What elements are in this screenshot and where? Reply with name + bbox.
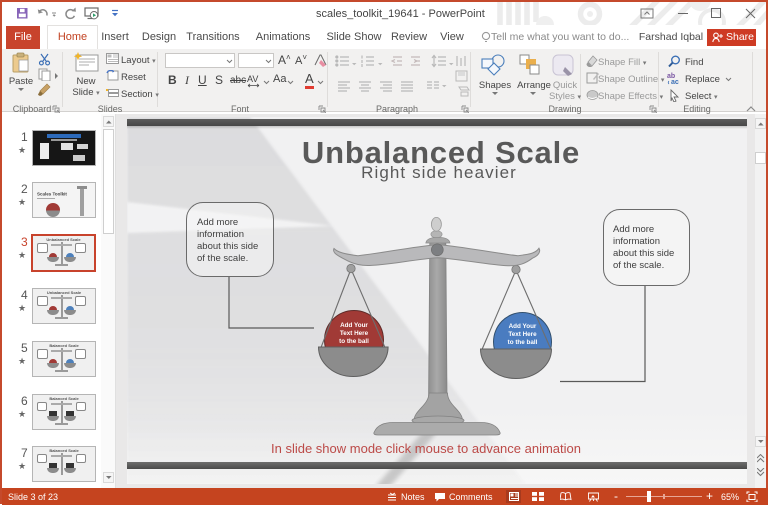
svg-text:ac: ac	[671, 79, 679, 85]
svg-text:AV: AV	[247, 74, 258, 84]
